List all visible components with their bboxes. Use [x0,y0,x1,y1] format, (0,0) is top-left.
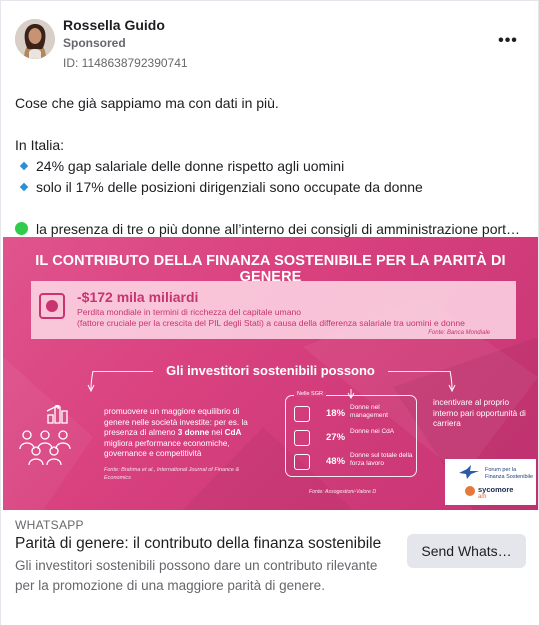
link-description: Gli investitori sostenibili possono dare… [15,558,378,593]
forum-logo-text: Forum per la Finanza Sostenibile [485,467,534,480]
sgr-label: Nelle SGR [294,391,326,397]
sycomore-am-text: am [478,494,487,500]
ad-image[interactable]: IL CONTRIBUTO DELLA FINANZA SOSTENIBILE … [3,237,538,510]
bullet-item: solo il 17% delle posizioni dirigenziali… [15,177,530,198]
left-source: Fonte: Brahma et al., International Jour… [104,466,240,481]
sgr-row: 18% Donne nel management [294,404,416,424]
send-whatsapp-button[interactable]: Send Whats… [407,534,526,568]
country-heading: In Italia: [15,137,65,153]
sycomore-logo-text: sycomore [478,485,514,494]
sgr-row: 27% Donne nei CdA [294,428,416,448]
stat-description: Perdita mondiale in termini di ricchezza… [77,307,465,328]
stat-value: -$172 mila miliardi [77,289,199,305]
link-card[interactable]: WHATSAPP Parità di genere: il contributo… [1,510,539,625]
right-column-text: incentivare al proprio interno pari oppo… [433,398,526,428]
sponsor-logos: Forum per la Finanza Sostenibile sycomor… [445,459,536,505]
sponsored-label: Sponsored [63,36,126,50]
green-circle-icon [15,222,28,235]
post-text: Cose che già sappiamo ma con dati in più… [15,93,530,240]
link-domain: WHATSAPP [15,518,84,532]
left-column-text: promuovere un maggiore equilibrio di gen… [104,407,264,482]
management-icon [294,406,310,422]
stat-source: Fonte: Banca Mondiale [428,330,490,336]
money-icon [39,293,65,319]
people-growth-icon [19,405,71,465]
board-icon [294,430,310,446]
avatar[interactable] [15,19,55,59]
bullet-item: 24% gap salariale delle donne rispetto a… [15,156,530,177]
stat-box: -$172 mila miliardi Perdita mondiale in … [31,281,516,339]
ad-id: ID: 1148638792390741 [63,56,188,70]
sgr-box: Nelle SGR 18% Donne nel management 27% D… [285,391,417,477]
advertiser-name[interactable]: Rossella Guido [63,17,165,33]
post-header: Rossella Guido Sponsored ID: 11486387923… [1,1,539,81]
link-headline[interactable]: Parità di genere: il contributo della fi… [15,535,381,553]
diamond-bullet-icon [19,161,29,171]
sycomore-logo-mark [465,486,475,496]
forum-bird-logo [459,465,479,479]
diamond-bullet-icon [19,182,29,192]
more-horizontal-icon[interactable]: ••• [496,31,520,51]
post-intro: Cose che già sappiamo ma con dati in più… [15,95,279,111]
ad-card: Rossella Guido Sponsored ID: 11486387923… [0,0,539,625]
sgr-row: 48% Donne sul totale della forza lavoro [294,452,416,472]
workforce-icon [294,454,310,470]
sgr-source: Fonte: Assogestioni-Valore D [309,489,377,495]
